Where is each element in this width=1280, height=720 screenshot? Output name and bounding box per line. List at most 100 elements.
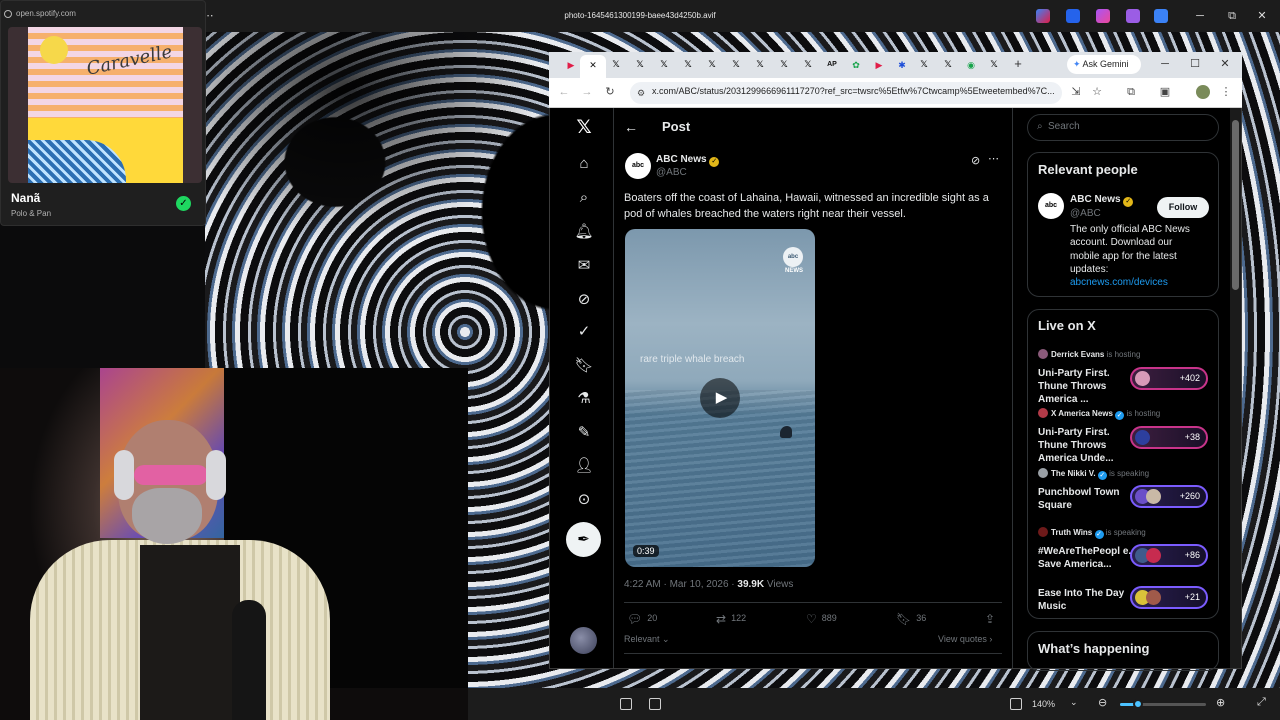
site-tab-icon[interactable]: ✱ bbox=[891, 57, 913, 73]
articles-compose-icon[interactable]: ✎ bbox=[574, 423, 594, 443]
fit-to-window-icon[interactable] bbox=[1010, 698, 1022, 710]
x-tab-icon[interactable]: 𝕏 bbox=[605, 57, 627, 73]
bookmark-button[interactable]: 🔖︎ 36 bbox=[896, 612, 926, 626]
youtube-tab-icon[interactable]: ▶ bbox=[868, 57, 890, 73]
close-icon[interactable]: ✕ bbox=[1242, 0, 1280, 32]
forward-icon[interactable]: → bbox=[580, 85, 594, 99]
x-logo-icon[interactable]: 𝕏 bbox=[574, 117, 594, 137]
zoom-level-select[interactable]: 140% bbox=[1032, 697, 1068, 711]
zoom-slider-thumb[interactable] bbox=[1133, 699, 1143, 709]
profile-avatar-icon[interactable] bbox=[1196, 85, 1210, 99]
crop-icon[interactable] bbox=[620, 698, 632, 710]
app-icon[interactable] bbox=[1066, 9, 1080, 23]
copilot-icon[interactable] bbox=[1036, 9, 1050, 23]
site-info-icon[interactable]: ⚙ bbox=[634, 86, 648, 100]
reply-sort-dropdown[interactable]: Relevant ⌄ bbox=[624, 634, 670, 645]
page-scrollbar-thumb[interactable] bbox=[1232, 120, 1239, 290]
live-listeners-pill[interactable]: +86 bbox=[1130, 544, 1208, 567]
explore-search-icon[interactable]: ⌕ bbox=[574, 188, 594, 208]
fullscreen-icon[interactable]: ⤢ bbox=[1257, 696, 1266, 709]
author-name[interactable]: ABC News ✓ bbox=[656, 154, 720, 167]
more-options-icon[interactable]: ⋯ bbox=[988, 152, 999, 165]
nbc-tab-icon[interactable]: ✿ bbox=[845, 57, 867, 73]
live-space-title[interactable]: Uni-Party First. Thune Throws America Un… bbox=[1038, 426, 1132, 465]
reload-icon[interactable]: ↻ bbox=[603, 85, 617, 99]
live-space-title[interactable]: Punchbowl Town Square bbox=[1038, 486, 1132, 512]
grok-explain-icon[interactable]: ⊘ bbox=[971, 154, 980, 167]
x-tab-icon[interactable]: 𝕏 bbox=[797, 57, 819, 73]
x-tab-icon[interactable]: 𝕏 bbox=[913, 57, 935, 73]
live-host[interactable]: X America News ✓ is hosting bbox=[1038, 408, 1160, 420]
post-timestamp[interactable]: 4:22 AM · Mar 10, 2026 · bbox=[624, 579, 737, 590]
person-bio-link[interactable]: abcnews.com/devices bbox=[1070, 277, 1168, 288]
profile-icon[interactable]: 👤︎ bbox=[574, 456, 594, 476]
home-icon[interactable]: ⌂ bbox=[574, 154, 594, 174]
live-space-title[interactable]: Uni-Party First. Thune Throws America ..… bbox=[1038, 367, 1132, 406]
notifications-bell-icon[interactable]: 🔔︎ bbox=[574, 222, 594, 242]
track-artist[interactable]: Polo & Pan bbox=[11, 209, 51, 218]
x-tab-icon[interactable]: 𝕏 bbox=[653, 57, 675, 73]
post-compose-icon[interactable]: ✒ bbox=[566, 522, 601, 557]
like-button[interactable]: ♡ 889 bbox=[806, 612, 837, 626]
back-icon[interactable]: ← bbox=[557, 85, 571, 99]
ap-tab-icon[interactable]: AP bbox=[821, 57, 843, 73]
live-listeners-pill[interactable]: +21 bbox=[1130, 586, 1208, 609]
x-tab-icon[interactable]: 𝕏 bbox=[773, 57, 795, 73]
check-icon[interactable]: ✓ bbox=[176, 196, 191, 211]
person-handle[interactable]: @ABC bbox=[1070, 208, 1101, 219]
kebab-menu-icon[interactable]: ⋮ bbox=[1219, 85, 1233, 99]
repost-button[interactable]: ⇄ 122 bbox=[716, 612, 746, 626]
live-host[interactable]: Derrick Evans is hosting bbox=[1038, 349, 1140, 359]
x-tab-icon[interactable]: 𝕏 bbox=[937, 57, 959, 73]
person-name-text[interactable]: ABC News bbox=[1070, 194, 1121, 205]
person-name[interactable]: ABC News ✓ bbox=[1070, 194, 1134, 207]
more-circle-icon[interactable]: ⊙ bbox=[574, 490, 594, 510]
author-name-text[interactable]: ABC News bbox=[656, 154, 707, 165]
follow-button[interactable]: Follow bbox=[1157, 197, 1209, 218]
track-title[interactable]: Nanã bbox=[11, 191, 40, 205]
minimize-icon[interactable]: ─ bbox=[1150, 55, 1180, 73]
zoom-out-icon[interactable]: ⊖ bbox=[1098, 696, 1107, 709]
close-tab-icon[interactable]: ✕ bbox=[582, 57, 604, 73]
close-icon[interactable]: ✕ bbox=[1210, 55, 1240, 73]
play-icon[interactable]: ▶ bbox=[700, 378, 740, 418]
share-icon[interactable]: ⇪ bbox=[985, 612, 1000, 626]
live-listeners-pill[interactable]: +402 bbox=[1130, 367, 1208, 390]
live-host[interactable]: Truth Wins ✓ is speaking bbox=[1038, 527, 1146, 539]
live-listeners-pill[interactable]: +38 bbox=[1130, 426, 1208, 449]
chevron-down-icon[interactable]: ⌄ bbox=[1070, 697, 1078, 708]
x-tab-icon[interactable]: 𝕏 bbox=[629, 57, 651, 73]
live-space-title[interactable]: Ease Into The Day Music bbox=[1038, 587, 1132, 613]
install-app-icon[interactable]: ⇲ bbox=[1069, 85, 1083, 99]
author-avatar[interactable]: abc NEWS bbox=[625, 153, 651, 195]
app-icon[interactable] bbox=[1096, 9, 1110, 23]
app-icon[interactable] bbox=[1126, 9, 1140, 23]
search-placeholder[interactable]: Search bbox=[1048, 121, 1080, 132]
view-quotes-link[interactable]: View quotes › bbox=[938, 634, 992, 644]
x-tab-icon[interactable]: 𝕏 bbox=[701, 57, 723, 73]
youtube-tab-icon[interactable]: ▶ bbox=[560, 57, 582, 73]
new-tab-button[interactable]: + bbox=[1010, 56, 1026, 72]
cloud-icon[interactable] bbox=[1154, 9, 1168, 23]
x-tab-icon[interactable]: 𝕏 bbox=[983, 57, 1005, 73]
ask-gemini-button[interactable]: ✦ Ask Gemini bbox=[1067, 55, 1141, 74]
labs-flask-icon[interactable]: ⚗ bbox=[574, 389, 594, 409]
maximize-icon[interactable]: ☐ bbox=[1180, 55, 1210, 73]
live-space-title[interactable]: #WeAreThePeopl e. Save America... bbox=[1038, 545, 1132, 571]
user-avatar[interactable] bbox=[570, 627, 597, 654]
zoom-in-icon[interactable]: ⊕ bbox=[1216, 696, 1225, 709]
person-avatar[interactable]: abc NEWS bbox=[1038, 193, 1064, 235]
x-tab-icon[interactable]: 𝕏 bbox=[749, 57, 771, 73]
bookmark-star-icon[interactable]: ☆ bbox=[1090, 85, 1104, 99]
x-tab-icon[interactable]: 𝕏 bbox=[677, 57, 699, 73]
x-tab-icon[interactable]: 𝕏 bbox=[725, 57, 747, 73]
bookmarks-icon[interactable]: 🔖︎ bbox=[574, 356, 594, 376]
reply-button[interactable]: 💬︎ 20 bbox=[627, 612, 657, 626]
author-handle[interactable]: @ABC bbox=[656, 167, 687, 178]
address-bar-url[interactable]: x.com/ABC/status/2031299666961117270?ref… bbox=[652, 86, 1060, 96]
edit-icon[interactable] bbox=[649, 698, 661, 710]
messages-envelope-icon[interactable]: ✉ bbox=[574, 256, 594, 276]
live-host[interactable]: The Nikki V. ✓ is speaking bbox=[1038, 468, 1149, 480]
live-listeners-pill[interactable]: +260 bbox=[1130, 485, 1208, 508]
back-arrow-icon[interactable]: ← bbox=[624, 119, 638, 135]
